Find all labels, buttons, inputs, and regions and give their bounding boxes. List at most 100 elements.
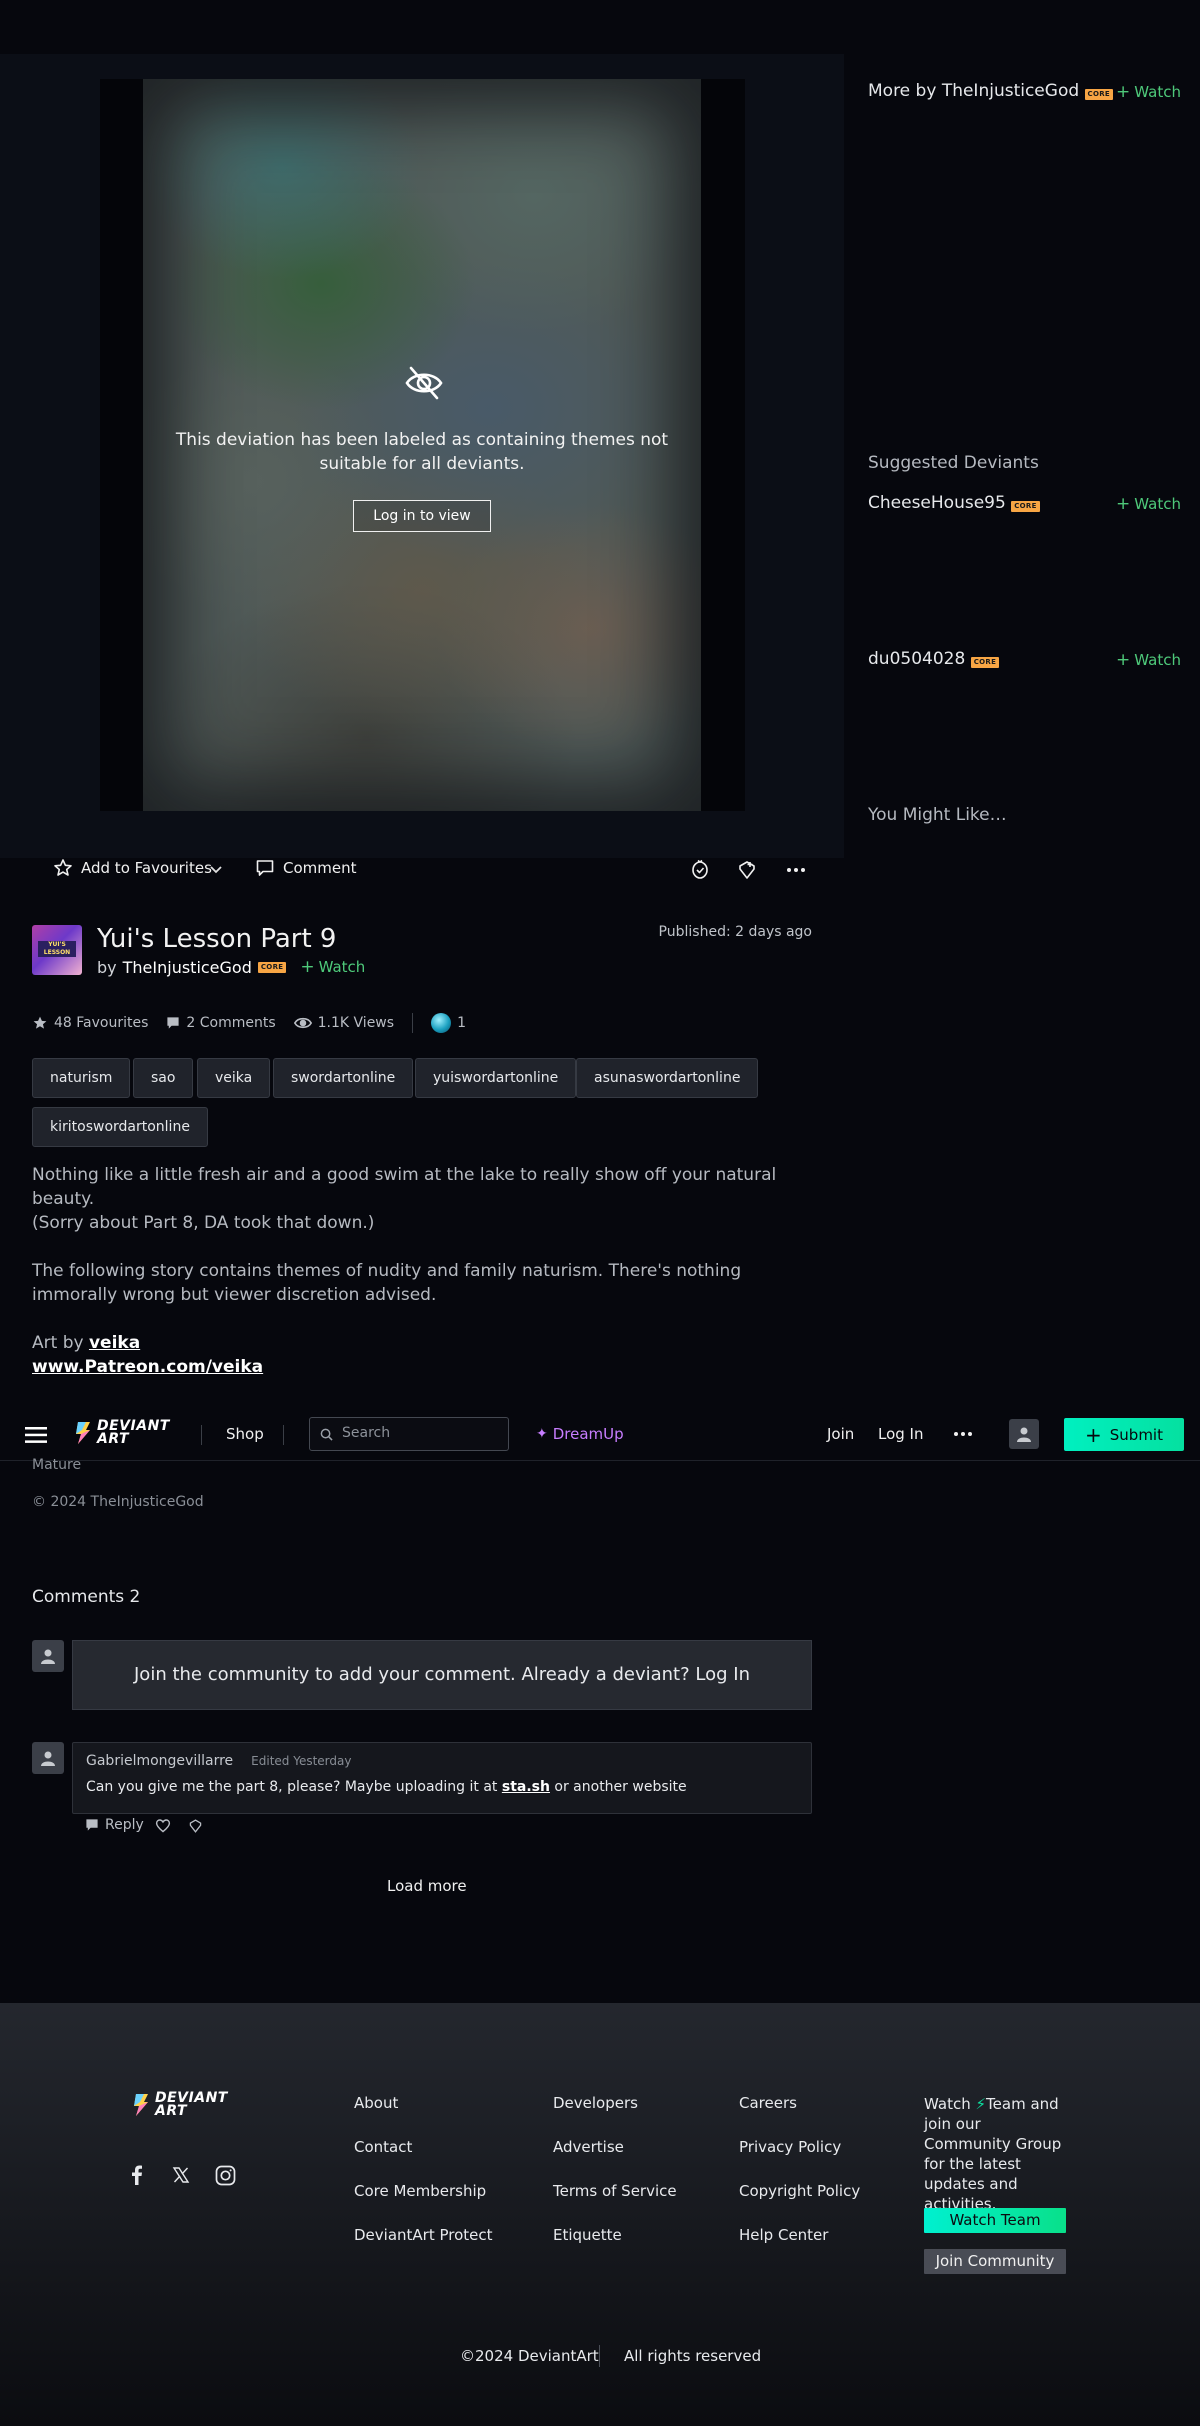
by-label: by <box>97 957 117 977</box>
tag-yuiswordartonline[interactable]: yuiswordartonline <box>415 1058 577 1098</box>
favourites-dropdown-chevron-icon[interactable] <box>208 861 224 881</box>
give-badge-icon[interactable] <box>689 859 711 885</box>
star-icon <box>54 859 72 876</box>
deviation-title: Yui's Lesson Part 9 <box>97 924 337 954</box>
footer-link-contact[interactable]: Contact <box>354 2138 412 2156</box>
footer-link-about[interactable]: About <box>354 2094 398 2112</box>
artist-name: veika <box>88 1333 141 1353</box>
patreon-line: www.Patreon.com/veika <box>32 1355 812 1379</box>
load-more-button[interactable]: Load more <box>387 1877 467 1895</box>
footer-link-privacy-policy[interactable]: Privacy Policy <box>739 2138 841 2156</box>
you-might-like-heading: You Might Like… <box>868 805 1007 825</box>
comments-heading: Comments 2 <box>32 1587 141 1607</box>
plus-icon: + <box>300 957 315 977</box>
tag-kiritoswordartonline[interactable]: kiritoswordartonline <box>32 1107 208 1147</box>
badges-count: 1 <box>457 1015 466 1031</box>
submit-button[interactable]: + Submit <box>1064 1418 1184 1451</box>
hamburger-menu-icon[interactable] <box>25 1426 47 1448</box>
suggested-deviant-name[interactable]: CheeseHouse95 <box>868 493 1006 513</box>
speech-bubble-icon <box>256 860 274 876</box>
suggested-deviant-name[interactable]: du0504028 <box>868 649 965 669</box>
user-avatar-icon[interactable] <box>1009 1419 1039 1449</box>
join-link[interactable]: Join <box>827 1425 854 1443</box>
facebook-icon[interactable] <box>129 2165 145 2189</box>
watch-author-button[interactable]: + Watch <box>300 957 365 977</box>
watch-suggested-deviant-2-button[interactable]: + Watch <box>1116 650 1181 670</box>
give-points-icon[interactable] <box>736 859 758 885</box>
tag-naturism[interactable]: naturism <box>32 1058 131 1098</box>
watch-blurb-prefix: Watch <box>924 2095 971 2113</box>
log-in-link[interactable]: Log In <box>878 1425 924 1443</box>
author-link[interactable]: TheInjusticeGod <box>123 958 252 977</box>
dreamup-link[interactable]: ✦ DreamUp <box>536 1425 624 1443</box>
shop-link[interactable]: Shop <box>226 1425 264 1443</box>
commenter-avatar-icon[interactable] <box>32 1742 64 1774</box>
add-to-favourites-label: Add to Favourites <box>81 859 212 877</box>
footer-link-copyright-policy[interactable]: Copyright Policy <box>739 2182 860 2200</box>
footer-link-core-membership[interactable]: Core Membership <box>354 2182 486 2200</box>
join-community-prompt[interactable]: Join the community to add your comment. … <box>72 1640 812 1710</box>
footer-rights: All rights reserved <box>624 2347 762 2365</box>
watch-team-button[interactable]: Watch Team <box>924 2208 1066 2233</box>
footer-divider <box>599 2345 600 2367</box>
footer-link-terms-of-service[interactable]: Terms of Service <box>553 2182 677 2200</box>
footer-logo[interactable]: DEVIANT ART <box>132 2090 228 2119</box>
mature-notice: This deviation has been labeled as conta… <box>175 430 669 474</box>
watch-label: Watch <box>1134 651 1181 669</box>
art-by-label: Art by <box>32 1333 84 1353</box>
tag-asunaswordartonline[interactable]: asunaswordartonline <box>576 1058 759 1098</box>
author-avatar[interactable]: YUI'S LESSON <box>32 925 82 975</box>
nav-more-icon[interactable] <box>952 1424 974 1448</box>
footer-link-careers[interactable]: Careers <box>739 2094 797 2112</box>
artist-link[interactable]: veika <box>89 1333 140 1353</box>
watch-suggested-deviant-1-button[interactable]: + Watch <box>1116 494 1181 514</box>
tag-swordartonline[interactable]: swordartonline <box>273 1058 414 1098</box>
deviation-stats: 48 Favourites 2 Comments 1.1K Views 1 <box>32 1013 466 1033</box>
deviantart-logo-mark-icon <box>134 2094 148 2116</box>
add-to-favourites-button[interactable]: Add to Favourites <box>53 858 212 878</box>
comment-icon <box>167 1017 179 1029</box>
suggested-deviant-2: du0504028 CORE <box>868 649 1000 669</box>
more-by-prefix: More by <box>868 81 937 101</box>
core-badge: CORE <box>1084 89 1114 100</box>
search-input[interactable]: Search <box>309 1417 509 1451</box>
nav-divider <box>201 1425 202 1445</box>
x-twitter-icon[interactable] <box>172 2166 190 2188</box>
art-credit: Art by veika <box>32 1331 812 1355</box>
comment-points-icon[interactable] <box>187 1818 204 1838</box>
stats-divider <box>412 1013 414 1033</box>
badges-stat[interactable]: 1 <box>431 1013 466 1033</box>
more-options-icon[interactable] <box>784 858 808 886</box>
tag-veika[interactable]: veika <box>197 1058 271 1098</box>
reply-button[interactable]: Reply <box>85 1817 144 1833</box>
sidebar-watch-author-button[interactable]: + Watch <box>1116 82 1181 102</box>
patreon-link[interactable]: www.Patreon.com/veika <box>32 1357 263 1377</box>
description-paragraph-3: The following story contains themes of n… <box>32 1261 742 1305</box>
more-by-author-link[interactable]: TheInjusticeGod <box>942 81 1079 101</box>
comment-button[interactable]: Comment <box>255 858 357 878</box>
footer-link-advertise[interactable]: Advertise <box>553 2138 624 2156</box>
comment-badge-icon[interactable] <box>155 1818 171 1838</box>
copyright-notice: © 2024 TheInjusticeGod <box>32 1494 204 1510</box>
logo-wordmark: DEVIANT ART <box>97 1418 170 1447</box>
views-stat: 1.1K Views <box>293 1015 394 1031</box>
footer-link-developers[interactable]: Developers <box>553 2094 638 2112</box>
footer-link-etiquette[interactable]: Etiquette <box>553 2226 622 2244</box>
join-community-button[interactable]: Join Community <box>924 2249 1066 2274</box>
favourites-count: 48 Favourites <box>54 1015 149 1031</box>
footer-logo-wordmark: DEVIANT ART <box>155 2090 228 2119</box>
eye-slash-icon <box>404 363 444 403</box>
comment-username[interactable]: Gabrielmongevillarre <box>86 1753 233 1769</box>
star-icon <box>33 1016 47 1029</box>
favourites-stat: 48 Favourites <box>32 1015 148 1031</box>
deviantart-logo[interactable]: DEVIANT ART <box>74 1418 170 1447</box>
comment-label: Comment <box>283 859 357 877</box>
footer-link-deviantart-protect[interactable]: DeviantArt Protect <box>354 2226 493 2244</box>
footer-link-help-center[interactable]: Help Center <box>739 2226 828 2244</box>
comments-stat: 2 Comments <box>166 1015 276 1031</box>
author-byline: by TheInjusticeGod CORE + Watch <box>97 957 365 977</box>
stash-link[interactable]: sta.sh <box>502 1779 550 1795</box>
tag-sao[interactable]: sao <box>133 1058 194 1098</box>
instagram-icon[interactable] <box>215 2165 236 2190</box>
log-in-to-view-button[interactable]: Log in to view <box>353 500 491 532</box>
